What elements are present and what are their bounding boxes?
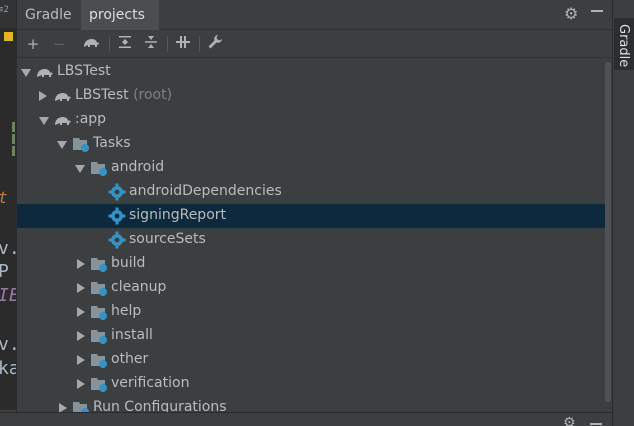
tool-window-header: Gradle projects ⚙ [17,0,613,30]
tree-node-install[interactable]: install [17,324,607,348]
tree-node-lbstest-root[interactable]: LBSTest (root) [17,84,607,108]
tree-node-other[interactable]: other [17,348,607,372]
gradle-elephant-icon[interactable] [81,34,101,54]
tree-node-verification[interactable]: verification [17,372,607,396]
gear-icon[interactable]: ⚙ [563,415,576,426]
stripe-button-label: Gradle [616,24,631,68]
toggle-offline-icon[interactable] [173,34,193,54]
tree-node-app[interactable]: :app [17,108,607,132]
tree-node-label: signingReport [129,207,227,223]
code-fragment: v. [0,334,16,355]
task-android-dependencies[interactable]: androidDependencies [17,180,607,204]
gradle-elephant-icon [54,87,72,105]
task-source-sets[interactable]: sourceSets [17,228,607,252]
tree-node-label: :app [75,111,107,127]
tree-node-label: verification [111,375,190,391]
chevron-down-icon[interactable] [21,69,31,77]
gradle-elephant-icon [36,63,54,81]
task-folder-icon [90,279,108,297]
tree-node-help[interactable]: help [17,300,607,324]
tree-node-label: install [111,327,153,343]
gear-task-icon [108,207,126,225]
tree-node-label: sourceSets [129,231,206,247]
tree-node-hint: (root) [128,87,173,103]
tree-node-label: other [111,351,149,367]
task-folder-icon [72,135,90,153]
gradle-project-tree: LBSTest LBSTest (root) :app Tasks androi… [17,58,607,412]
gradle-toolbar: + − [17,30,613,58]
gear-task-icon [108,183,126,201]
task-folder-icon [90,351,108,369]
bottom-tool-window-header: ⚙ [0,412,612,426]
chevron-right-icon[interactable] [77,307,85,317]
task-folder-icon [72,399,90,412]
tree-node-lbstest[interactable]: LBSTest [17,60,607,84]
right-tool-stripe: Gradle [612,0,634,426]
tree-node-label: LBSTest [75,87,129,103]
settings-wrench-icon[interactable] [205,34,225,54]
task-signing-report[interactable]: signingReport [17,204,607,228]
chevron-down-icon[interactable] [75,165,85,173]
tree-node-label: Run Configurations [93,399,227,412]
code-fragment: P [0,261,9,282]
add-icon[interactable]: + [23,34,43,54]
collapse-all-icon[interactable] [141,34,161,54]
tree-node-label: help [111,303,142,319]
remove-icon[interactable]: − [49,34,69,54]
chevron-right-icon[interactable] [77,379,85,389]
task-folder-icon [90,303,108,321]
gear-task-icon [108,231,126,249]
tree-node-label: Tasks [93,135,131,151]
minimize-icon[interactable] [591,10,603,12]
task-folder-icon [90,255,108,273]
code-fragment: IE [0,285,16,306]
chevron-right-icon[interactable] [77,283,85,293]
chevron-down-icon[interactable] [39,117,49,125]
tree-node-run-configurations[interactable]: Run Configurations [17,396,607,412]
tool-window-title: Gradle [25,7,72,23]
code-fragment: ka [0,358,16,379]
tree-node-label: LBSTest [57,63,111,79]
tree-node-android[interactable]: android [17,156,607,180]
editor-tab-badge: ≡2 [0,5,9,15]
task-folder-icon [90,159,108,177]
gradle-tool-window: Gradle projects ⚙ + − LBSTest LBSTest (r… [16,0,613,412]
expand-all-icon[interactable] [115,34,135,54]
editor-edge: ≡2 t v. P IE v. ka [0,0,16,410]
chevron-right-icon[interactable] [77,259,85,269]
chevron-right-icon[interactable] [59,403,67,412]
change-markers [0,120,16,164]
tree-node-cleanup[interactable]: cleanup [17,276,607,300]
task-folder-icon [90,327,108,345]
tab-projects[interactable]: projects [81,0,159,30]
chevron-right-icon[interactable] [77,331,85,341]
stripe-button-gradle[interactable]: Gradle [614,18,634,70]
tab-projects-label: projects [89,7,145,23]
tree-node-label: build [111,255,146,271]
code-fragment: t [0,188,8,207]
tree-node-label: cleanup [111,279,167,295]
gradle-elephant-icon [54,111,72,129]
chevron-right-icon[interactable] [39,91,47,101]
task-folder-icon [90,375,108,393]
bookmark-marker [4,32,13,41]
chevron-down-icon[interactable] [57,141,67,149]
vertical-scrollbar[interactable] [605,62,611,402]
code-fragment: v. [0,238,16,259]
gear-icon[interactable]: ⚙ [564,4,578,23]
tree-node-label: android [111,159,165,175]
tree-node-tasks[interactable]: Tasks [17,132,607,156]
minimize-icon[interactable] [590,423,602,425]
tree-node-build[interactable]: build [17,252,607,276]
chevron-right-icon[interactable] [77,355,85,365]
tree-node-label: androidDependencies [129,183,282,199]
